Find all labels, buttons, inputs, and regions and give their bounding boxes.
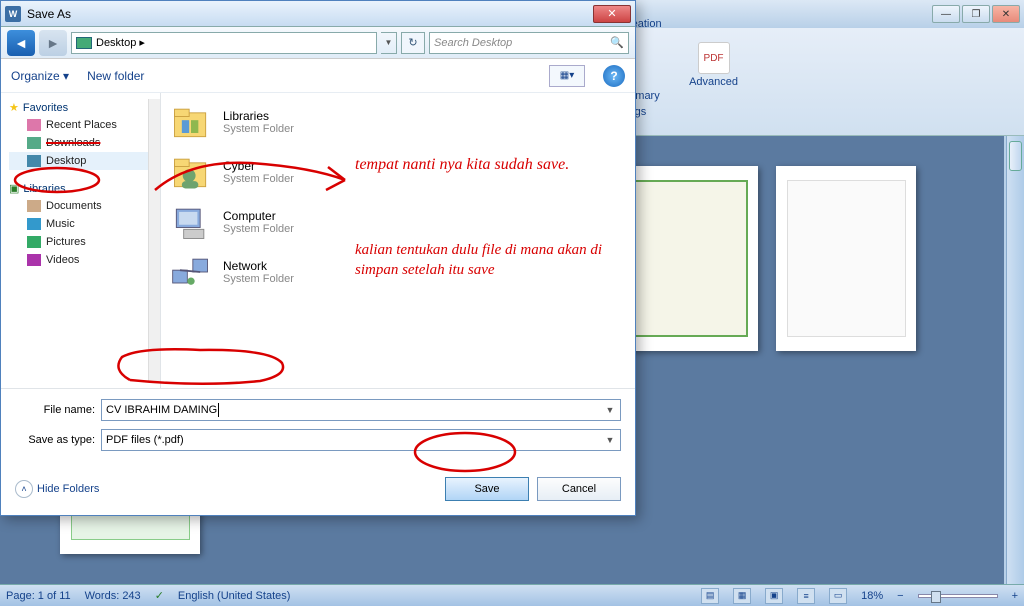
dialog-toolbar: Organize ▾ New folder ▦▾ ? — [1, 59, 635, 93]
star-icon: ★ — [9, 101, 19, 114]
sidebar-recent-places[interactable]: Recent Places — [9, 116, 148, 134]
sidebar-music[interactable]: Music — [9, 215, 148, 233]
folder-computer[interactable]: ComputerSystem Folder — [169, 203, 627, 241]
sidebar-documents[interactable]: Documents — [9, 197, 148, 215]
zoom-out[interactable]: − — [897, 590, 903, 602]
sidebar-downloads[interactable]: Downloads — [9, 134, 148, 152]
zoom-level[interactable]: 18% — [861, 590, 883, 602]
dialog-titlebar[interactable]: W Save As ✕ — [1, 1, 635, 27]
dialog-title: Save As — [27, 7, 593, 21]
pictures-icon — [27, 236, 41, 248]
view-draft[interactable]: ▭ — [829, 588, 847, 604]
spellcheck-icon[interactable]: ✓ — [155, 589, 164, 602]
status-language[interactable]: English (United States) — [178, 590, 291, 602]
refresh-button[interactable]: ↻ — [401, 32, 425, 54]
close-button[interactable]: ✕ — [992, 5, 1020, 23]
doc-thumb[interactable] — [618, 166, 758, 351]
sidebar-libraries[interactable]: ▣Libraries — [9, 180, 148, 197]
file-name-input[interactable]: CV IBRAHIM DAMING▼ — [101, 399, 621, 421]
dialog-form: File name: CV IBRAHIM DAMING▼ Save as ty… — [1, 388, 635, 469]
libraries-icon: ▣ — [9, 182, 19, 195]
dialog-content[interactable]: LibrariesSystem Folder CyberSystem Folde… — [161, 93, 635, 388]
dialog-footer: ˄Hide Folders Save Cancel — [1, 469, 635, 515]
music-icon — [27, 218, 41, 230]
sidebar-videos[interactable]: Videos — [9, 251, 148, 269]
view-full-screen[interactable]: ▦ — [733, 588, 751, 604]
doc-thumb[interactable] — [776, 166, 916, 351]
zoom-in[interactable]: + — [1012, 590, 1018, 602]
vertical-scrollbar[interactable] — [1006, 136, 1024, 584]
address-bar[interactable]: Desktop ▸ — [71, 32, 377, 54]
dialog-nav: ◄ ► Desktop ▸ ▼ ↻ Search Desktop 🔍 — [1, 27, 635, 59]
sidebar-pictures[interactable]: Pictures — [9, 233, 148, 251]
save-as-dialog: W Save As ✕ ◄ ► Desktop ▸ ▼ ↻ Search Des… — [0, 0, 636, 516]
address-dropdown[interactable]: ▼ — [381, 32, 397, 54]
sidebar-desktop[interactable]: Desktop — [9, 152, 148, 170]
pdf-gear-icon: PDF — [698, 42, 730, 74]
status-words[interactable]: Words: 243 — [85, 590, 141, 602]
downloads-icon — [27, 137, 41, 149]
chevron-down-icon[interactable]: ▼ — [602, 432, 618, 448]
view-outline[interactable]: ≡ — [797, 588, 815, 604]
user-folder-icon — [169, 153, 213, 191]
network-icon — [169, 253, 213, 291]
minimize-button[interactable]: — — [932, 5, 960, 23]
forward-button[interactable]: ► — [39, 30, 67, 56]
word-icon: W — [5, 6, 21, 22]
desktop-icon — [27, 155, 41, 167]
view-print-layout[interactable]: ▤ — [701, 588, 719, 604]
search-input[interactable]: Search Desktop 🔍 — [429, 32, 629, 54]
help-button[interactable]: ? — [603, 65, 625, 87]
sidebar-favorites[interactable]: ★Favorites — [9, 99, 148, 116]
chevron-down-icon[interactable]: ▼ — [602, 402, 618, 418]
search-icon: 🔍 — [610, 36, 624, 49]
dialog-sidebar: ★Favorites Recent Places Downloads Deskt… — [1, 93, 161, 388]
back-button[interactable]: ◄ — [7, 30, 35, 56]
organize-menu[interactable]: Organize ▾ — [11, 69, 69, 83]
videos-icon — [27, 254, 41, 266]
folder-network[interactable]: NetworkSystem Folder — [169, 253, 627, 291]
save-type-select[interactable]: PDF files (*.pdf)▼ — [101, 429, 621, 451]
sidebar-scrollbar[interactable] — [148, 99, 160, 382]
desktop-icon — [76, 37, 92, 49]
file-name-label: File name: — [15, 404, 95, 416]
dialog-close-button[interactable]: ✕ — [593, 5, 631, 23]
computer-icon — [169, 203, 213, 241]
advanced-button[interactable]: PDF Advanced — [683, 38, 744, 92]
folder-libraries[interactable]: LibrariesSystem Folder — [169, 103, 627, 141]
cancel-button[interactable]: Cancel — [537, 477, 621, 501]
view-mode-dropdown[interactable]: ▦▾ — [549, 65, 585, 87]
save-button[interactable]: Save — [445, 477, 529, 501]
status-bar: Page: 1 of 11 Words: 243 ✓ English (Unit… — [0, 584, 1024, 606]
save-type-label: Save as type: — [15, 434, 95, 446]
hide-folders-button[interactable]: ˄Hide Folders — [15, 480, 99, 498]
libraries-icon — [169, 103, 213, 141]
folder-cyber[interactable]: CyberSystem Folder — [169, 153, 627, 191]
zoom-slider[interactable] — [918, 594, 998, 598]
view-web[interactable]: ▣ — [765, 588, 783, 604]
documents-icon — [27, 200, 41, 212]
chevron-up-icon: ˄ — [15, 480, 33, 498]
new-folder-button[interactable]: New folder — [87, 69, 144, 83]
recent-icon — [27, 119, 41, 131]
status-page[interactable]: Page: 1 of 11 — [6, 590, 71, 602]
restore-button[interactable]: ❐ — [962, 5, 990, 23]
